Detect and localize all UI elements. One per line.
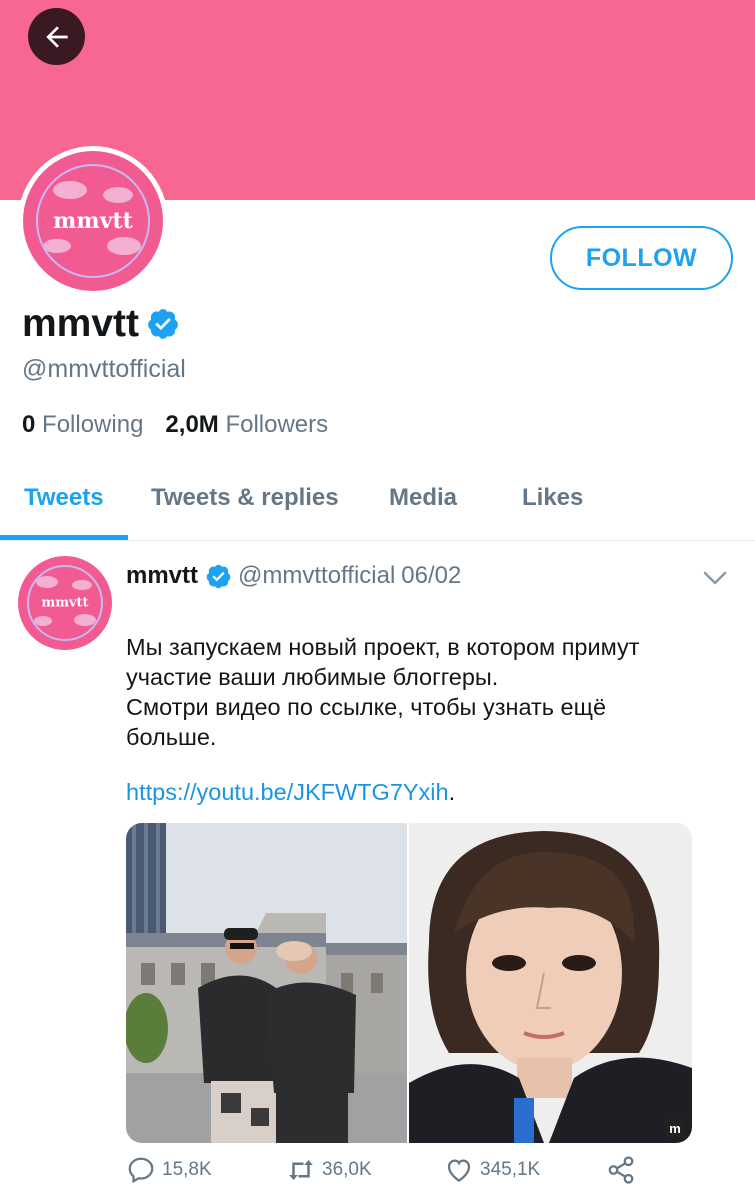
retweet-count: 36,0K	[322, 1159, 372, 1180]
followers-label: Followers	[225, 411, 329, 438]
tweet-author-handle: @mmvttofficial	[238, 562, 396, 589]
profile-tabs: Tweets Tweets & replies Media Likes	[0, 475, 755, 541]
follow-button[interactable]: FOLLOW	[550, 226, 733, 290]
profile-display-name: mmvtt	[22, 302, 140, 345]
share-icon	[608, 1156, 634, 1184]
tab-tweets[interactable]: Tweets	[24, 484, 104, 512]
media-badge-text: m	[669, 1121, 681, 1136]
tweet-link[interactable]: https://youtu.be/JKFWTG7Yxih	[126, 779, 449, 805]
tweet-actions: 15,8K 36,0K 345,1K	[126, 1155, 746, 1191]
retweet-button[interactable]: 36,0K	[286, 1155, 372, 1185]
profile-handle: @mmvttofficial	[22, 355, 186, 383]
like-button[interactable]: 345,1K	[444, 1155, 540, 1185]
tweet-text-line: Мы запускаем новый проект, в котором при…	[126, 634, 640, 660]
avatar-logo-text: mmvtt	[53, 208, 133, 234]
heart-icon	[447, 1159, 471, 1182]
tweet-photo-right[interactable]: m	[409, 823, 692, 1143]
back-button[interactable]	[28, 8, 85, 65]
reply-icon	[128, 1157, 154, 1184]
active-tab-indicator	[0, 535, 128, 540]
tweet-date: 06/02	[401, 562, 462, 589]
profile-stats: 0 Following 2,0M Followers	[22, 411, 328, 439]
tweet-avatar-logo-text: mmvtt	[41, 595, 89, 611]
tweet-link-suffix: .	[448, 779, 456, 805]
like-count: 345,1K	[480, 1159, 541, 1180]
tweet-text-line: больше.	[126, 724, 217, 750]
following-label: Following	[42, 411, 144, 438]
followers-count: 2,0M	[165, 411, 219, 438]
tweet-link-row: https://youtu.be/JKFWTG7Yxih.	[126, 779, 455, 806]
verified-badge-icon	[206, 564, 231, 588]
tweet-text: Мы запускаем новый проект, в котором при…	[126, 632, 726, 752]
tweet-header: mmvtt @mmvttofficial 06/02	[126, 562, 461, 590]
profile-avatar[interactable]: mmvtt	[18, 146, 168, 296]
arrow-left-icon	[45, 25, 68, 48]
tab-tweets-replies[interactable]: Tweets & replies	[151, 484, 339, 512]
tweet-avatar[interactable]: mmvtt	[18, 556, 112, 650]
reply-button[interactable]: 15,8K	[126, 1155, 212, 1185]
tweet-media: m	[126, 823, 692, 1143]
following-stat[interactable]: 0 Following	[22, 411, 143, 439]
following-count: 0	[22, 411, 36, 438]
followers-stat[interactable]: 2,0M Followers	[165, 411, 328, 439]
share-button[interactable]	[606, 1155, 642, 1185]
tweet-text-line: участие ваши любимые блоггеры.	[126, 664, 499, 690]
verified-badge-icon	[148, 309, 178, 339]
tab-media[interactable]: Media	[389, 484, 457, 512]
tweet-text-line: Смотри видео по ссылке, чтобы узнать ещё	[126, 694, 607, 720]
profile-name-row: mmvtt	[22, 302, 180, 346]
tweet-author-name[interactable]: mmvtt	[126, 562, 198, 590]
reply-count: 15,8K	[162, 1159, 212, 1180]
chevron-down-icon[interactable]	[700, 566, 730, 590]
tweet-photo-left[interactable]	[126, 823, 407, 1143]
tab-likes[interactable]: Likes	[522, 484, 583, 512]
retweet-icon	[289, 1160, 313, 1180]
